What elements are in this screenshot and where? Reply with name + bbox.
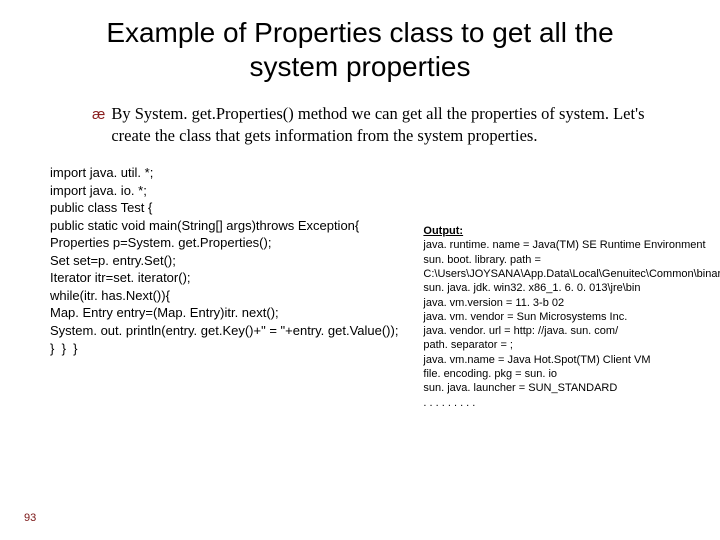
code-line: public static void main(String[] args)th… [50,217,415,235]
output-heading: Output: [423,224,720,238]
content-columns: import java. util. *; import java. io. *… [30,164,690,410]
output-line: file. encoding. pkg = sun. io [423,367,720,381]
code-line: System. out. println(entry. get.Key()+" … [50,322,415,340]
page-number: 93 [24,512,36,524]
code-line: while(itr. has.Next()){ [50,287,415,305]
output-line: java. runtime. name = Java(TM) SE Runtim… [423,238,720,252]
code-block: import java. util. *; import java. io. *… [50,164,415,357]
code-line: Set set=p. entry.Set(); [50,252,415,270]
code-line: public class Test { [50,199,415,217]
bullet-icon: æ [92,105,105,125]
output-line: sun. java. launcher = SUN_STANDARD [423,381,720,395]
output-line: java. vendor. url = http: //java. sun. c… [423,324,720,338]
code-line: } } } [50,340,415,358]
output-line: java. vm.version = 11. 3-b 02 [423,296,720,310]
output-line: path. separator = ; [423,338,720,352]
output-block: Output: java. runtime. name = Java(TM) S… [423,224,720,410]
code-line: Map. Entry entry=(Map. Entry)itr. next()… [50,304,415,322]
output-line: . . . . . . . . . [423,396,720,410]
code-line: import java. util. *; [50,164,415,182]
bullet-text: By System. get.Properties() method we ca… [111,103,660,146]
code-line: Properties p=System. get.Properties(); [50,234,415,252]
code-line: import java. io. *; [50,182,415,200]
output-line: sun. boot. library. path = C:\Users\JOYS… [423,253,720,296]
slide-title: Example of Properties class to get all t… [30,16,690,83]
output-line: java. vm.name = Java Hot.Spot(TM) Client… [423,353,720,367]
bullet-row: æ By System. get.Properties() method we … [30,103,690,146]
slide: Example of Properties class to get all t… [0,0,720,540]
output-line: java. vm. vendor = Sun Microsystems Inc. [423,310,720,324]
code-line: Iterator itr=set. iterator(); [50,269,415,287]
